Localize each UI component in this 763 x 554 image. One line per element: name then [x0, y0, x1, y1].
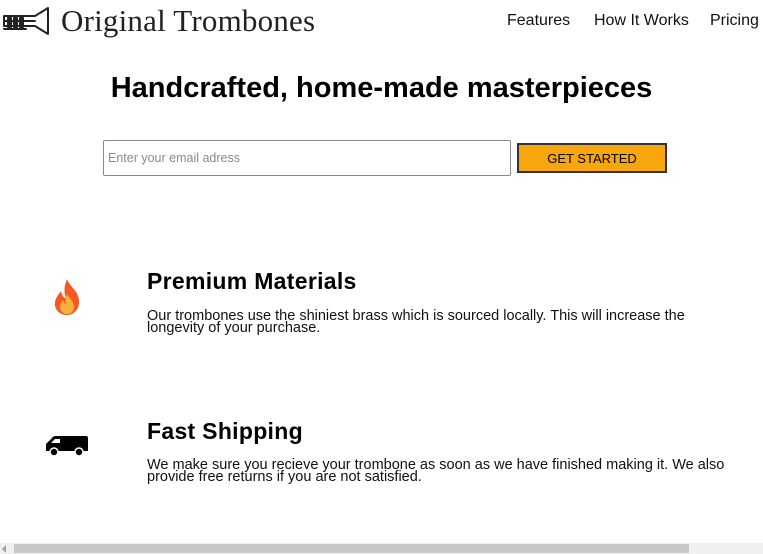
scrollbar-thumb[interactable] — [14, 544, 689, 553]
site-header: Original Trombones Features How It Works… — [0, 0, 763, 44]
nav-link-pricing[interactable]: Pricing — [710, 12, 759, 30]
horizontal-scrollbar[interactable] — [0, 543, 763, 554]
feature-title: Premium Materials — [147, 268, 357, 294]
feature-title: Fast Shipping — [147, 418, 303, 444]
nav-link-features[interactable]: Features — [507, 12, 570, 30]
fire-icon — [54, 279, 80, 315]
main-nav: Features How It Works Pricing — [0, 12, 763, 34]
nav-link-how-it-works[interactable]: How It Works — [594, 12, 689, 30]
hero-title: Handcrafted, home-made masterpieces — [110, 72, 653, 104]
feature-text: We make sure you recieve your trombone a… — [147, 457, 725, 485]
scroll-left-arrow-icon[interactable] — [2, 545, 6, 553]
email-input[interactable] — [103, 140, 511, 176]
feature-text: Our trombones use the shiniest brass whi… — [147, 308, 685, 336]
get-started-button[interactable]: GET STARTED — [517, 143, 667, 173]
truck-icon — [46, 436, 88, 457]
